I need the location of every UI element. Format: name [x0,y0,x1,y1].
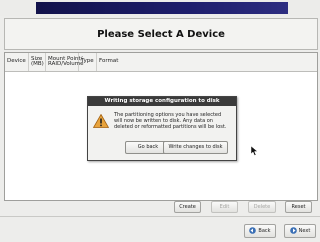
create-button[interactable]: Create [174,201,201,213]
delete-button[interactable]: Delete [248,201,276,213]
write-config-dialog: Writing storage configuration to disk Th… [87,96,237,161]
column-mount-point[interactable]: Mount Point/ RAID/Volume [46,53,84,71]
column-device[interactable]: Device [5,53,29,71]
edit-button[interactable]: Edit [211,201,238,213]
reset-button[interactable]: Reset [285,201,312,213]
back-label: Back [258,228,271,234]
page-header: Please Select A Device [4,18,318,50]
dialog-body: The partitioning options you have select… [88,106,236,160]
write-changes-button[interactable]: Write changes to disk [163,141,228,154]
next-arrow-icon [289,227,297,234]
back-arrow-icon [249,227,257,234]
next-button[interactable]: Next [284,224,316,238]
page-title: Please Select A Device [97,28,225,40]
dialog-title: Writing storage configuration to disk [88,97,236,106]
column-type[interactable]: Type [79,53,97,71]
column-format[interactable]: Format [97,53,121,71]
mouse-pointer-icon [251,146,258,156]
table-header-row: Device Size (MB) Mount Point/ RAID/Volum… [5,53,317,72]
footer-divider [0,216,320,217]
warning-icon [93,114,109,128]
next-label: Next [298,228,311,234]
dialog-message: The partitioning options you have select… [114,112,227,130]
column-size[interactable]: Size (MB) [29,53,46,71]
banner-graphic [36,2,288,14]
top-banner [0,0,320,16]
back-button[interactable]: Back [244,224,276,238]
